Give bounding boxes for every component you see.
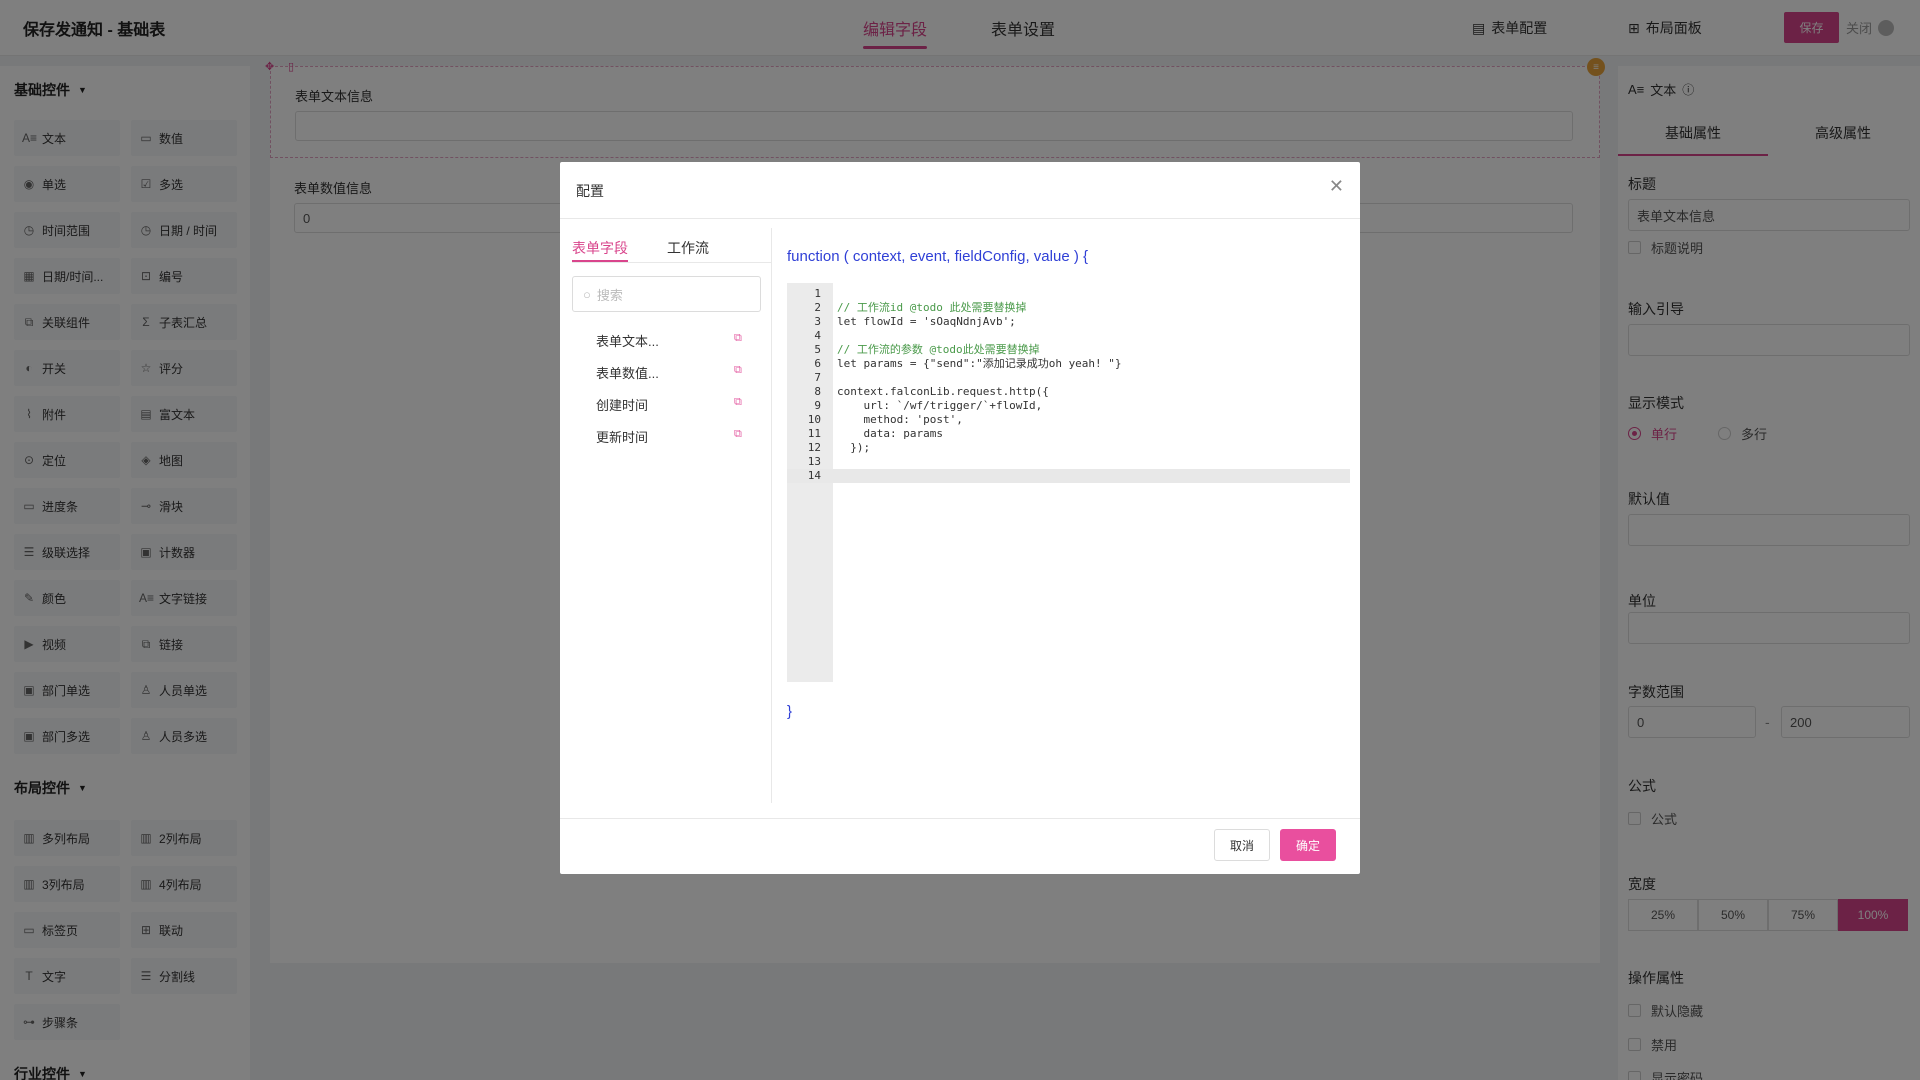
code-text: method: 'post',	[837, 413, 963, 426]
field-item-created[interactable]: 创建时间	[596, 395, 648, 414]
copy-icon[interactable]: ⧉	[734, 364, 742, 377]
search-placeholder: 搜索	[596, 287, 623, 303]
code-text: // 工作流id @todo 此处需要替换掉	[837, 301, 1027, 314]
code-line: 11 data: params	[787, 427, 1350, 441]
line-number: 7	[814, 371, 821, 384]
code-line: 9 url: `/wf/trigger/`+flowId,	[787, 399, 1350, 413]
code-line: 3 let flowId = 'sOaqNdnjAvb';	[787, 315, 1350, 329]
line-number: 1	[814, 287, 821, 300]
code-line: 6 let params = {"send":"添加记录成功oh yeah! "}	[787, 357, 1350, 371]
line-number: 10	[807, 413, 821, 426]
code-line: 4	[787, 329, 1350, 343]
config-modal: 配置 ✕ 表单字段 工作流 ○ 搜索 表单文本... ⧉ 表单数值... ⧉ 创…	[560, 162, 1360, 874]
modal-vertical-divider	[771, 228, 772, 803]
copy-icon[interactable]: ⧉	[734, 396, 742, 409]
modal-header-divider	[560, 218, 1360, 219]
line-number: 5	[814, 343, 821, 356]
cancel-button[interactable]: 取消	[1214, 829, 1270, 861]
confirm-button[interactable]: 确定	[1280, 829, 1336, 861]
field-search[interactable]: ○ 搜索	[572, 276, 761, 312]
code-line: 8 context.falconLib.request.http({	[787, 385, 1350, 399]
code-text: // 工作流的参数 @todo此处需要替换掉	[837, 343, 1040, 356]
tab-workflow[interactable]: 工作流	[667, 238, 709, 258]
line-number: 12	[807, 441, 821, 454]
line-number: 8	[814, 385, 821, 398]
line-number: 4	[814, 329, 821, 342]
line-number: 6	[814, 357, 821, 370]
code-text: let params = {"send":"添加记录成功oh yeah! "}	[837, 357, 1122, 370]
function-signature: function ( context, event, fieldConfig, …	[787, 248, 1089, 265]
code-line: 10 method: 'post',	[787, 413, 1350, 427]
code-text: context.falconLib.request.http({	[837, 385, 1049, 398]
modal-footer-divider	[560, 818, 1360, 819]
code-line: 14	[787, 469, 1350, 483]
line-number: 3	[814, 315, 821, 328]
code-line: 2 // 工作流id @todo 此处需要替换掉	[787, 301, 1350, 315]
line-number: 9	[814, 399, 821, 412]
code-text: });	[837, 441, 871, 454]
code-line: 5 // 工作流的参数 @todo此处需要替换掉	[787, 343, 1350, 357]
code-line: 1	[787, 287, 1350, 301]
line-number: 14	[807, 469, 821, 482]
tab-form-fields[interactable]: 表单字段	[572, 238, 628, 262]
field-item-number[interactable]: 表单数值...	[596, 363, 659, 382]
close-icon[interactable]: ✕	[1329, 176, 1344, 197]
field-item-text[interactable]: 表单文本...	[596, 331, 659, 350]
code-text: let flowId = 'sOaqNdnjAvb';	[837, 315, 1016, 328]
function-end: }	[787, 703, 793, 720]
search-icon: ○	[583, 286, 591, 302]
code-text: data: params	[837, 427, 943, 440]
modal-title: 配置	[576, 183, 604, 199]
copy-icon[interactable]: ⧉	[734, 332, 742, 345]
line-number: 13	[807, 455, 821, 468]
code-text: url: `/wf/trigger/`+flowId,	[837, 399, 1043, 412]
line-number: 2	[814, 301, 821, 314]
code-editor[interactable]: 1 2 // 工作流id @todo 此处需要替换掉 3 let flowId = 's…	[787, 283, 1350, 682]
line-number: 11	[807, 427, 821, 440]
copy-icon[interactable]: ⧉	[734, 428, 742, 441]
code-line: 12 });	[787, 441, 1350, 455]
code-line: 13	[787, 455, 1350, 469]
field-item-updated[interactable]: 更新时间	[596, 427, 648, 446]
code-line: 7	[787, 371, 1350, 385]
modal-tab-divider	[572, 262, 772, 263]
